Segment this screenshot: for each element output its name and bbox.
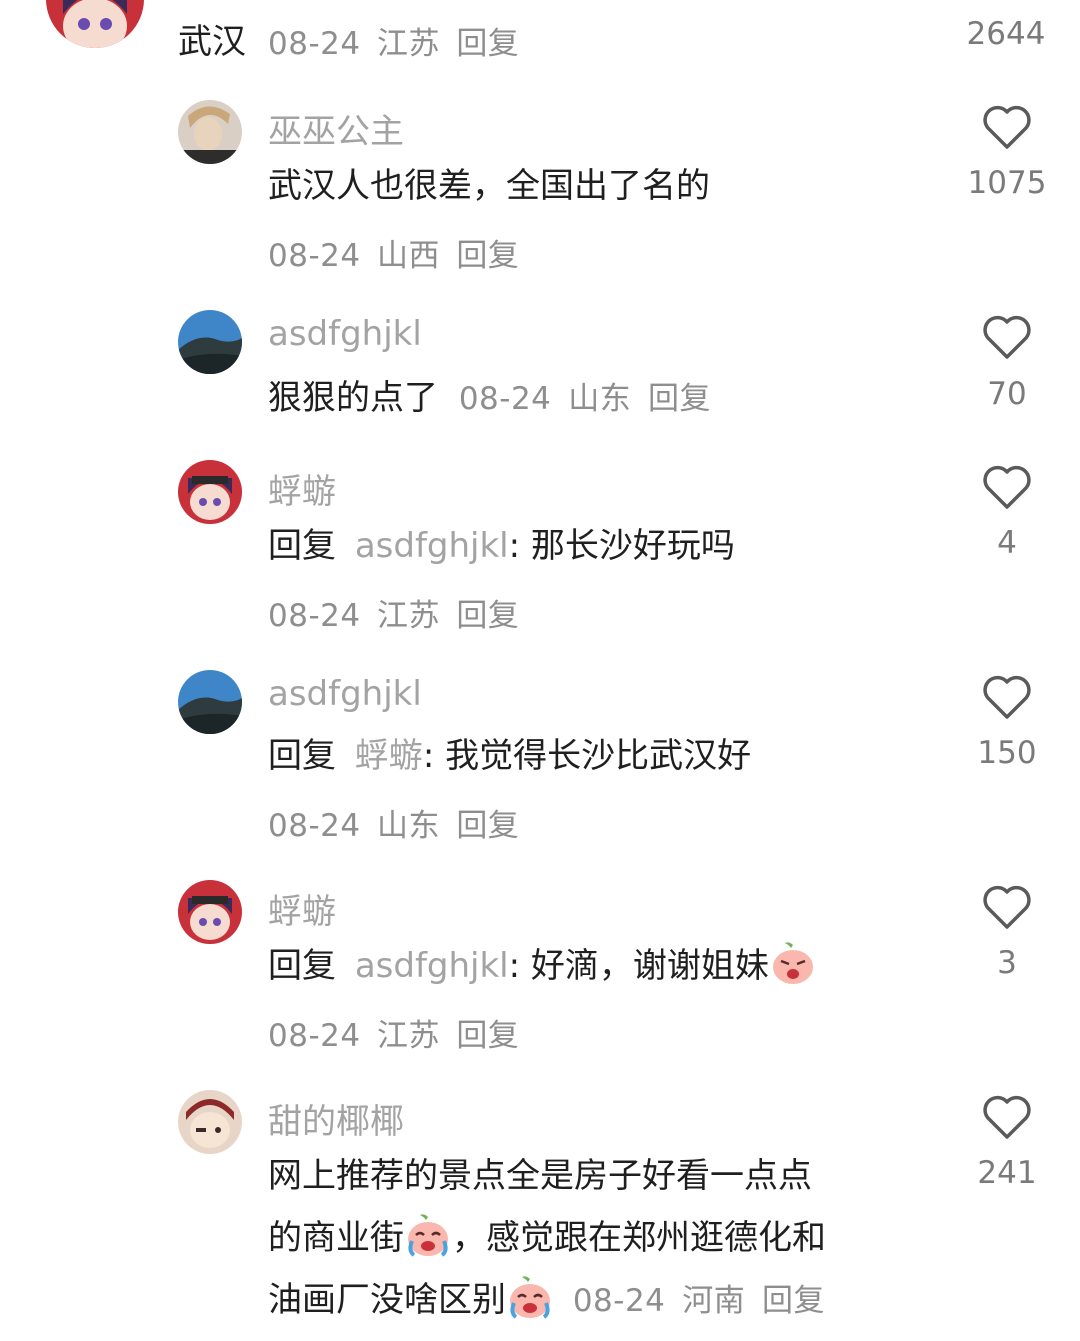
comment-text: 油画厂没啥区别 <box>268 1280 506 1320</box>
heart-outline-icon[interactable] <box>982 104 1032 150</box>
comment-location: 江苏 <box>376 598 440 634</box>
comment-date: 08-24 <box>458 381 552 417</box>
heart-outline-icon[interactable] <box>982 674 1032 720</box>
like-count: 150 <box>977 735 1037 771</box>
comment-location: 山东 <box>568 381 632 417</box>
reply-prefix: 回复 <box>268 736 336 776</box>
comment-text-row: 回复 asdfghjkl: 那长沙好玩吗 <box>268 516 735 576</box>
comment-text: ，感觉跟在郑州逛德化和 <box>452 1218 826 1258</box>
angry-peach-emoji <box>772 942 813 984</box>
comment-meta: 08-24 山东 回复 <box>268 800 519 845</box>
comment-meta: 08-24 江苏 回复 <box>268 1010 519 1055</box>
comment-text: 那长沙好玩吗 <box>530 526 735 566</box>
comment-row: 狠狠的点了 08-24 山东 回复 <box>268 368 711 429</box>
top-comment-meta: 08-24 江苏 回复 <box>268 18 519 63</box>
comment-location: 江苏 <box>376 26 440 62</box>
comment-text-row: 回复 asdfghjkl: 好滴，谢谢姐妹 <box>268 936 817 996</box>
avatar[interactable] <box>46 0 144 48</box>
crying-peach-emoji <box>408 1214 448 1257</box>
heart-outline-icon[interactable] <box>982 884 1032 930</box>
comment-text: 的商业街 <box>268 1218 404 1258</box>
top-comment-text: 武汉 <box>178 22 246 62</box>
like-count: 1075 <box>967 165 1047 201</box>
reply-button[interactable]: 回复 <box>456 808 519 844</box>
avatar[interactable] <box>178 880 242 944</box>
avatar[interactable] <box>178 1090 242 1154</box>
username[interactable]: asdfghjkl <box>268 674 422 714</box>
comment-location: 山东 <box>376 808 440 844</box>
reply-colon: : <box>508 946 521 986</box>
comment-text-line: 网上推荐的景点全是房子好看一点点 <box>268 1156 812 1196</box>
username[interactable]: asdfghjkl <box>268 314 422 354</box>
reply-button[interactable]: 回复 <box>456 238 519 274</box>
avatar[interactable] <box>178 310 242 374</box>
like-count: 70 <box>987 376 1027 412</box>
avatar[interactable] <box>178 460 242 524</box>
like-count: 3 <box>997 945 1017 981</box>
comment-location: 江苏 <box>376 1018 440 1054</box>
like-count: 2644 <box>966 16 1046 52</box>
comment-date: 08-24 <box>268 598 361 634</box>
username[interactable]: 甜的椰椰 <box>268 1094 404 1143</box>
comment-date: 08-24 <box>268 1018 361 1054</box>
comment-date: 08-24 <box>268 26 361 62</box>
comment-date: 08-24 <box>572 1283 666 1319</box>
avatar[interactable] <box>178 670 242 734</box>
reply-prefix: 回复 <box>268 946 336 986</box>
heart-outline-icon[interactable] <box>982 1094 1032 1140</box>
comment-text: 好滴，谢谢姐妹 <box>530 946 769 986</box>
comment-text-line: 油画厂没啥区别 08-24 河南 回复 <box>268 1270 825 1331</box>
reply-button[interactable]: 回复 <box>762 1283 825 1319</box>
reply-button[interactable]: 回复 <box>456 1018 519 1054</box>
comment-location: 山西 <box>376 238 440 274</box>
comment-text-row: 回复 蜉蝣: 我觉得长沙比武汉好 <box>268 726 751 786</box>
like-count: 241 <box>977 1155 1037 1191</box>
username[interactable]: 蜉蝣 <box>268 464 336 513</box>
comment-location: 河南 <box>682 1283 746 1319</box>
reply-prefix: 回复 <box>268 526 336 566</box>
reply-button[interactable]: 回复 <box>648 381 711 417</box>
reply-to-username[interactable]: asdfghjkl <box>355 946 509 986</box>
reply-colon: : <box>508 526 521 566</box>
comment-text: 狠狠的点了 <box>268 378 438 418</box>
reply-to-username[interactable]: asdfghjkl <box>355 526 509 566</box>
comment-meta: 08-24 山西 回复 <box>268 230 519 275</box>
username[interactable]: 巫巫公主 <box>268 104 404 153</box>
reply-button[interactable]: 回复 <box>456 26 519 62</box>
comment-date: 08-24 <box>268 238 361 274</box>
heart-outline-icon[interactable] <box>982 314 1032 360</box>
crying-peach-emoji <box>510 1276 550 1319</box>
comment-text: 武汉人也很差，全国出了名的 <box>268 166 710 206</box>
like-count: 4 <box>997 525 1017 561</box>
avatar[interactable] <box>178 100 242 164</box>
reply-button[interactable]: 回复 <box>456 598 519 634</box>
comment-date: 08-24 <box>268 808 361 844</box>
comment-text-line: 的商业街 ，感觉跟在郑州逛德化和 <box>268 1208 826 1268</box>
comment-meta: 08-24 江苏 回复 <box>268 590 519 635</box>
reply-to-username[interactable]: 蜉蝣 <box>355 736 423 776</box>
comment-text: 我觉得长沙比武汉好 <box>445 736 752 776</box>
heart-outline-icon[interactable] <box>982 464 1032 510</box>
reply-colon: : <box>422 736 435 776</box>
username[interactable]: 蜉蝣 <box>268 884 336 933</box>
